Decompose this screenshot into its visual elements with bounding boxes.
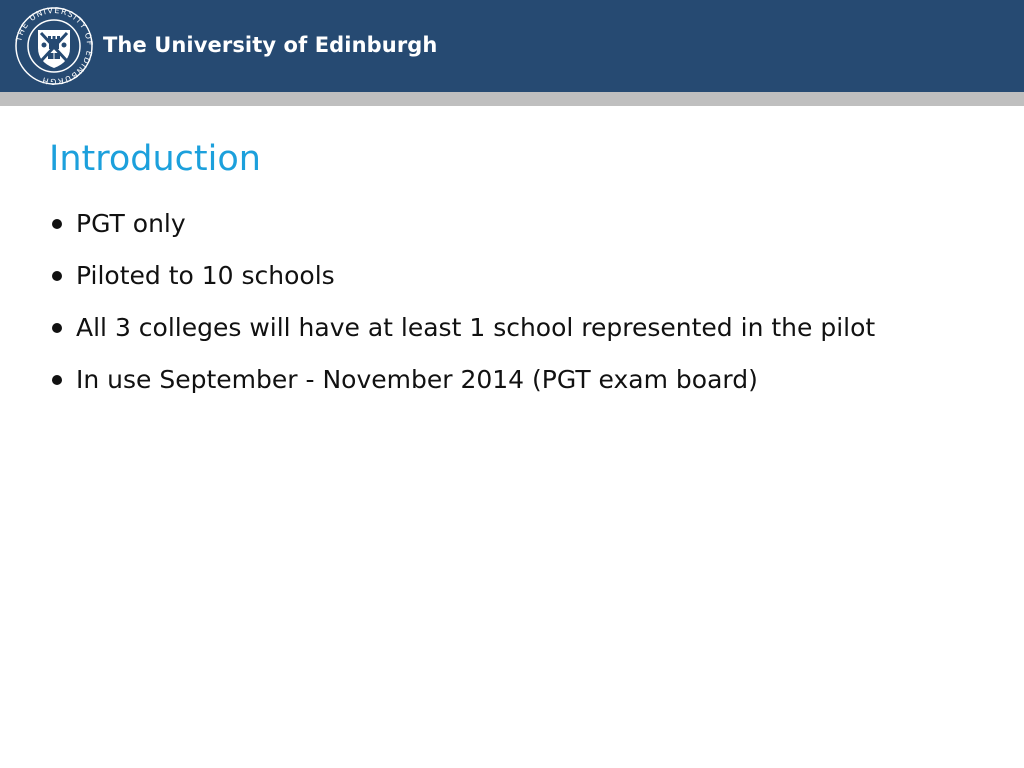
bullet-text: All 3 colleges will have at least 1 scho… — [76, 313, 876, 342]
bullet-item: PGT only — [50, 205, 875, 257]
header-divider-stripe — [0, 92, 1024, 106]
bullet-item: In use September - November 2014 (PGT ex… — [50, 361, 875, 413]
university-name: The University of Edinburgh — [103, 33, 438, 57]
bullet-dot-icon — [52, 271, 62, 281]
bullet-item: Piloted to 10 schools — [50, 257, 875, 309]
university-crest-logo: THE UNIVERSITY OF EDINBURGH — [14, 6, 93, 86]
presentation-slide: THE UNIVERSITY OF EDINBURGH The Universi… — [0, 0, 1024, 768]
bullet-text: In use September - November 2014 (PGT ex… — [76, 365, 758, 394]
bullet-dot-icon — [52, 219, 62, 229]
bullet-dot-icon — [52, 323, 62, 333]
bullet-item: All 3 colleges will have at least 1 scho… — [50, 309, 875, 361]
header-bar: THE UNIVERSITY OF EDINBURGH The Universi… — [0, 0, 1024, 92]
bullet-list: PGT only Piloted to 10 schools All 3 col… — [50, 205, 875, 413]
bullet-text: Piloted to 10 schools — [76, 261, 335, 290]
bullet-dot-icon — [52, 375, 62, 385]
slide-title: Introduction — [49, 139, 261, 179]
bullet-text: PGT only — [76, 209, 186, 238]
